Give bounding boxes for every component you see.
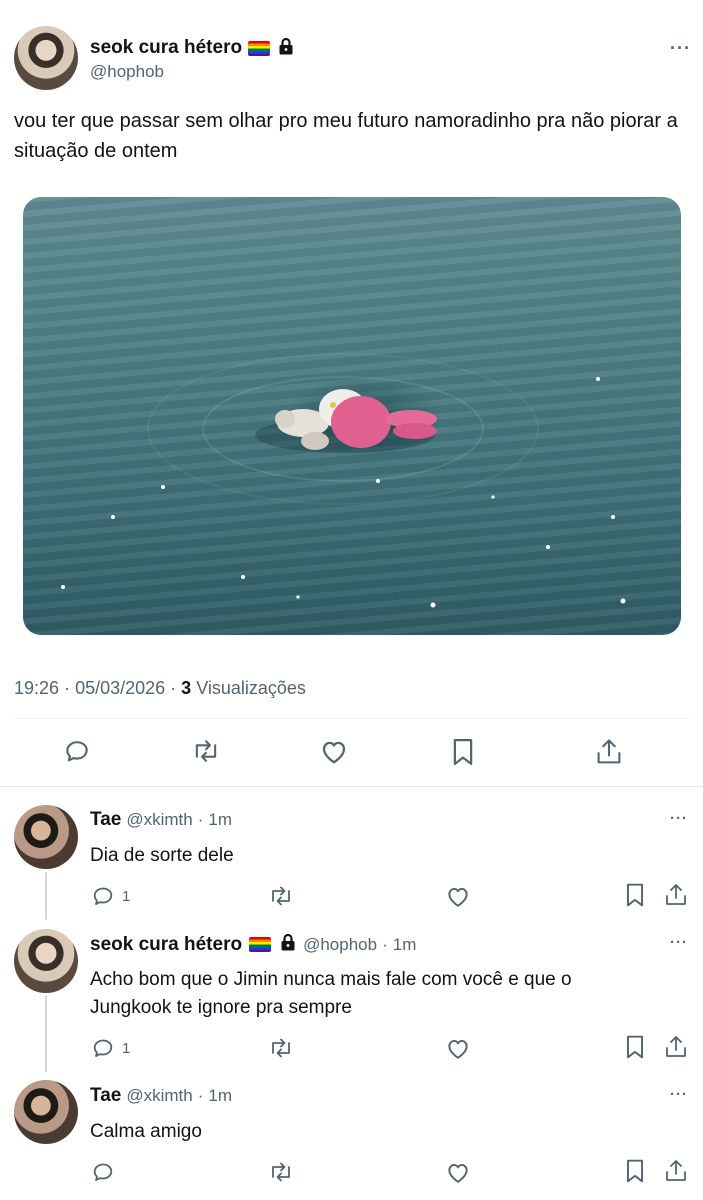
reply-icon[interactable]: 1: [90, 1036, 130, 1060]
rainbow-flag-icon: [249, 937, 272, 952]
reply-avatar[interactable]: [14, 1080, 78, 1144]
reply-text: Calma amigo: [90, 1121, 202, 1142]
retweet-icon[interactable]: [190, 737, 222, 765]
more-icon[interactable]: ···: [670, 934, 688, 951]
reply-avatar[interactable]: [14, 805, 78, 869]
reply-text: Acho bom que o Jimin nunca mais fale com…: [90, 969, 572, 1018]
reply-age[interactable]: 1m: [208, 810, 232, 830]
like-icon[interactable]: [445, 884, 471, 908]
tweet-photo[interactable]: [23, 197, 681, 635]
bookmark-icon[interactable]: [624, 1158, 646, 1184]
meta-separator: ·: [170, 678, 182, 698]
reply-display-name[interactable]: Tae: [90, 1085, 121, 1107]
reply-age[interactable]: 1m: [208, 1086, 232, 1106]
rainbow-flag-icon: [248, 40, 271, 56]
reply-action-bar: 1: [90, 882, 690, 910]
reply-icon[interactable]: 1: [90, 884, 130, 908]
tweet-date[interactable]: 05/03/2026: [75, 678, 165, 698]
author-name-row[interactable]: seok cura hétero: [90, 36, 294, 60]
divider: [0, 786, 703, 787]
thread-line: [45, 872, 47, 920]
reply-count: 1: [122, 1039, 131, 1057]
more-icon[interactable]: ···: [670, 810, 688, 827]
reply-count: 1: [122, 887, 131, 905]
share-icon[interactable]: [595, 737, 623, 767]
meta-separator: ·: [64, 678, 76, 698]
share-icon[interactable]: [664, 882, 688, 908]
reply-icon[interactable]: [63, 737, 91, 765]
dot-separator: ·: [197, 1086, 204, 1105]
author-handle[interactable]: @hophob: [90, 62, 164, 82]
reply-avatar[interactable]: [14, 929, 78, 993]
lock-icon: [278, 37, 294, 60]
reply-display-name[interactable]: seok cura hétero: [90, 934, 242, 956]
reply-handle[interactable]: @xkimth: [126, 810, 192, 830]
reply-header: Tae @xkimth · 1m: [90, 1085, 232, 1107]
tweet-meta: 19:26 · 05/03/2026 · 3 Visualizações: [14, 678, 306, 699]
reply-handle[interactable]: @xkimth: [126, 1086, 192, 1106]
reply-display-name[interactable]: Tae: [90, 809, 121, 831]
reply-age[interactable]: 1m: [393, 935, 417, 955]
more-icon[interactable]: ···: [670, 1086, 688, 1103]
thread-line: [45, 996, 47, 1072]
reply-icon[interactable]: [90, 1160, 122, 1184]
divider: [14, 718, 690, 719]
more-icon[interactable]: ···: [670, 38, 691, 59]
reply-action-bar: [90, 1158, 690, 1186]
tweet-text: vou ter que passar sem olhar pro meu fut…: [14, 110, 678, 162]
like-icon[interactable]: [445, 1160, 471, 1184]
reply-text: Dia de sorte dele: [90, 845, 234, 866]
retweet-icon[interactable]: [267, 1036, 295, 1060]
dot-separator: ·: [197, 810, 204, 829]
bookmark-icon[interactable]: [624, 1034, 646, 1060]
reply-handle[interactable]: @hophob: [303, 935, 377, 955]
retweet-icon[interactable]: [267, 884, 295, 908]
reply-header: seok cura hétero @hophob · 1m: [90, 933, 416, 956]
floating-plush-toy-image: [61, 353, 626, 608]
bookmark-icon[interactable]: [624, 882, 646, 908]
author-display-name[interactable]: seok cura hétero: [90, 37, 242, 59]
author-avatar[interactable]: [14, 26, 78, 90]
bookmark-icon[interactable]: [450, 737, 476, 767]
like-icon[interactable]: [445, 1036, 471, 1060]
share-icon[interactable]: [664, 1034, 688, 1060]
reply-header: Tae @xkimth · 1m: [90, 809, 232, 831]
dot-separator: ·: [382, 934, 388, 954]
views-count: 3: [181, 678, 192, 698]
views-label: Visualizações: [196, 678, 306, 698]
share-icon[interactable]: [664, 1158, 688, 1184]
retweet-icon[interactable]: [267, 1160, 295, 1184]
like-icon[interactable]: [319, 737, 349, 765]
reply-action-bar: 1: [90, 1034, 690, 1062]
tweet-time[interactable]: 19:26: [14, 678, 59, 698]
lock-icon: [280, 933, 296, 956]
